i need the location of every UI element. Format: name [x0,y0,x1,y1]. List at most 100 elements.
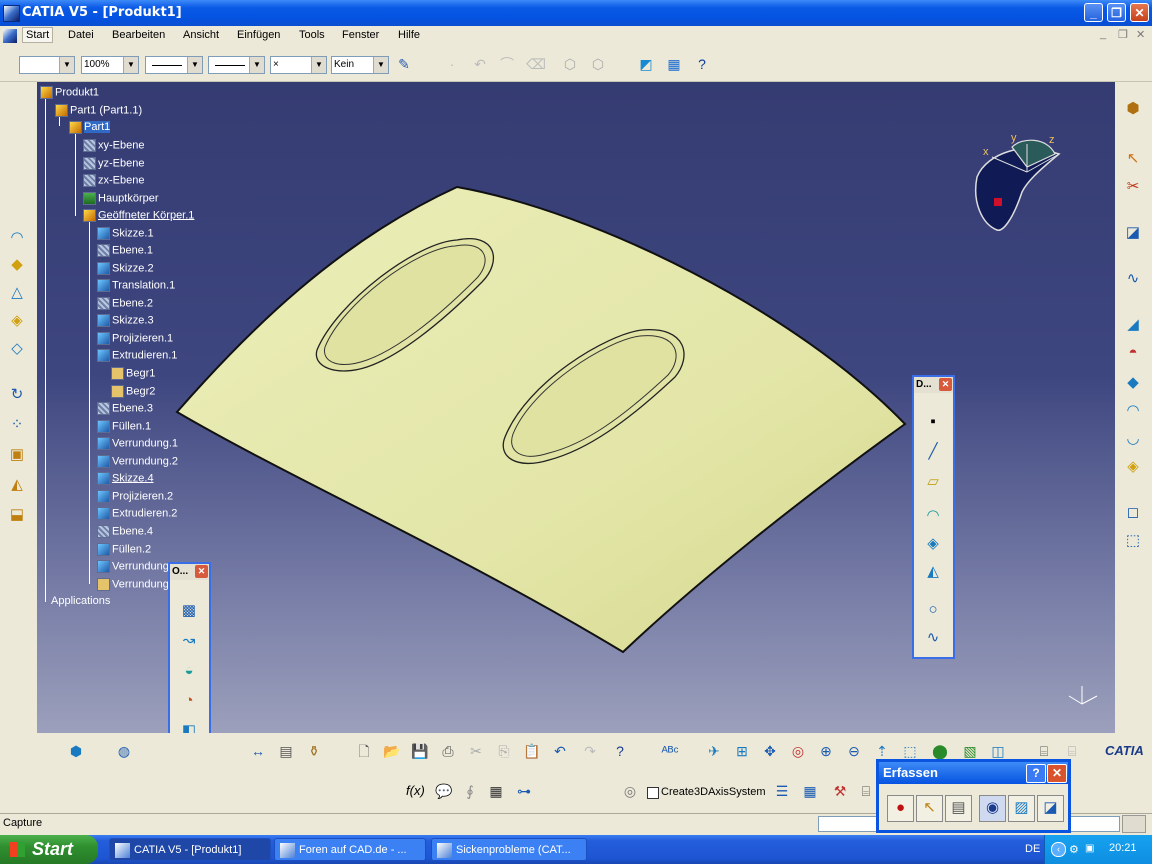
tree-node-plane-xy[interactable]: xy-Ebene [83,139,144,152]
transparency-combo[interactable]: 100% ▼ [81,56,139,74]
menu-einfuegen[interactable]: Einfügen [237,29,280,41]
tree-node-plane-yz[interactable]: yz-Ebene [83,157,144,170]
box-icon[interactable]: ◻ [1121,502,1145,524]
cube-view-icon[interactable]: ⬡ [560,54,580,74]
translate-icon[interactable]: ◈ [1121,456,1145,478]
zoom-out-icon[interactable]: ⊖ [844,741,864,761]
select-mode-icon[interactable]: ↖ [916,795,943,822]
close-button[interactable]: ✕ [1130,3,1149,22]
comment-icon[interactable]: 💬 [434,781,454,801]
capture-toolbar-title[interactable]: Erfassen ? ✕ [879,762,1068,784]
tree-node-part[interactable]: Part1 [69,121,111,134]
render-icon[interactable]: ◍ [114,741,134,761]
document-icon[interactable] [3,29,17,43]
properties-icon[interactable]: ⌸ [1034,741,1054,761]
mdi-minimize-icon[interactable]: _ [1100,28,1106,40]
tree-item[interactable]: Verrundung [97,578,169,591]
join-surface-icon[interactable]: ▩ [178,600,200,622]
knowledge-icon[interactable]: ∮ [460,781,480,801]
rotate-icon[interactable]: ◎ [788,741,808,761]
powercopy-icon[interactable]: ▣ [5,444,29,466]
pattern-icon[interactable]: ⁘ [5,414,29,436]
tree-item-limit[interactable]: Begr1 [111,367,155,380]
tree-item[interactable]: Füllen.1 [97,420,151,433]
tree-item[interactable]: Verrundung.1 [97,437,178,450]
tree-item-limit[interactable]: Begr2 [111,385,155,398]
undo-icon[interactable]: ↶ [550,741,570,761]
graph-icon[interactable]: ⌸ [1062,741,1082,761]
command-options-button[interactable] [1122,815,1146,833]
mdi-restore-icon[interactable]: ❐ [1118,28,1128,41]
menu-ansicht[interactable]: Ansicht [183,29,219,41]
projection-tool-icon[interactable]: ◠ [922,505,944,527]
select-arrow-icon[interactable]: ↖ [1121,148,1145,170]
structure-icon[interactable]: ⊶ [514,781,534,801]
task-browser-forum[interactable]: Foren auf CAD.de - ... [274,838,426,861]
tree-node-applications[interactable]: Applications [51,595,110,607]
tree-item[interactable]: Translation.1 [97,279,175,292]
sketcher-icon[interactable]: ◪ [1121,222,1145,244]
edge-fillet-icon[interactable]: ◡ [1121,428,1145,450]
menu-fenster[interactable]: Fenster [342,29,379,41]
tree-item[interactable]: Extrudieren.1 [97,349,177,362]
language-indicator[interactable]: DE [1025,843,1040,855]
fillet-surface-icon[interactable]: ◔ [178,690,200,712]
redo-icon[interactable]: ↷ [580,741,600,761]
copy-icon[interactable]: ⎘ [494,741,514,761]
tray-expand-icon[interactable]: ‹ [1051,842,1066,857]
point-tool-icon[interactable]: ▪ [922,411,944,433]
save-icon[interactable]: 💾 [410,741,430,761]
menu-bearbeiten[interactable]: Bearbeiten [112,29,165,41]
tree-node-part-instance[interactable]: Part1 (Part1.1) [55,104,142,117]
normal-view-icon[interactable]: ⇡ [872,741,892,761]
sketch-plane-icon[interactable]: ◩ [636,54,656,74]
fill-surface-icon[interactable]: ◒ [178,660,200,682]
menu-datei[interactable]: Datei [68,29,94,41]
intersection-tool-icon[interactable]: ◈ [922,533,944,555]
measure-icon[interactable]: ✂ [1121,176,1145,198]
tree-item[interactable]: Skizze.2 [97,262,154,275]
plane-tool-icon[interactable]: ▱ [922,471,944,493]
tree-item[interactable]: Projizieren.2 [97,490,173,503]
zoom-in-icon[interactable]: ⊕ [816,741,836,761]
measure-between-icon[interactable]: ↔ [248,741,268,761]
tree-item[interactable]: Ebene.2 [97,297,153,310]
fit-all-icon[interactable]: ⊞ [732,741,752,761]
fill-icon[interactable]: ◇ [5,338,29,360]
heal-icon[interactable]: ⬓ [5,504,29,526]
sweep-surface-icon[interactable]: ↝ [178,630,200,652]
revolve-icon[interactable]: ◆ [5,254,29,276]
point-icon[interactable]: · [442,54,462,74]
mdi-close-icon[interactable]: ✕ [1136,28,1145,41]
tree-node-product[interactable]: Produkt1 [40,86,99,99]
point-type-combo[interactable]: × ▼ [270,56,327,74]
hierarchy-icon[interactable]: ☰ [772,781,792,801]
tree-node-plane-zx[interactable]: zx-Ebene [83,174,144,187]
grid-icon[interactable]: ▦ [664,54,684,74]
line-type-combo[interactable]: ▼ [208,56,265,74]
close-icon[interactable]: ✕ [939,378,952,391]
tree-node-main-body[interactable]: Hauptkörper [83,192,159,205]
network-icon[interactable]: ⚙ [1069,843,1079,856]
axis-system-icon[interactable]: ◎ [620,781,640,801]
print-icon[interactable]: ⎙ [438,741,458,761]
paste-icon[interactable]: 📋 [522,741,542,761]
layer-combo[interactable]: Kein ▼ [331,56,389,74]
fly-mode-icon[interactable]: ✈ [704,741,724,761]
catalog-icon[interactable]: ⌸ [856,781,876,801]
tree-item[interactable]: Ebene.3 [97,402,153,415]
tree-item[interactable]: Extrudieren.2 [97,507,177,520]
analysis-icon[interactable]: ⚒ [830,781,850,801]
table-icon[interactable]: ▦ [486,781,506,801]
split-icon[interactable]: ◓ [1121,342,1145,364]
offset-icon[interactable]: △ [5,282,29,304]
record-icon[interactable]: ● [887,795,914,822]
tree-item[interactable]: Skizze.1 [97,227,154,240]
close-button[interactable]: ✕ [1047,764,1067,783]
tree-item[interactable]: Füllen.2 [97,543,151,556]
repetition-icon[interactable]: ↻ [5,384,29,406]
cut-icon[interactable]: ✂ [466,741,486,761]
arc-icon[interactable]: ↶ [470,54,490,74]
fill-color-combo[interactable]: ▼ [19,56,75,74]
menu-hilfe[interactable]: Hilfe [398,29,420,41]
